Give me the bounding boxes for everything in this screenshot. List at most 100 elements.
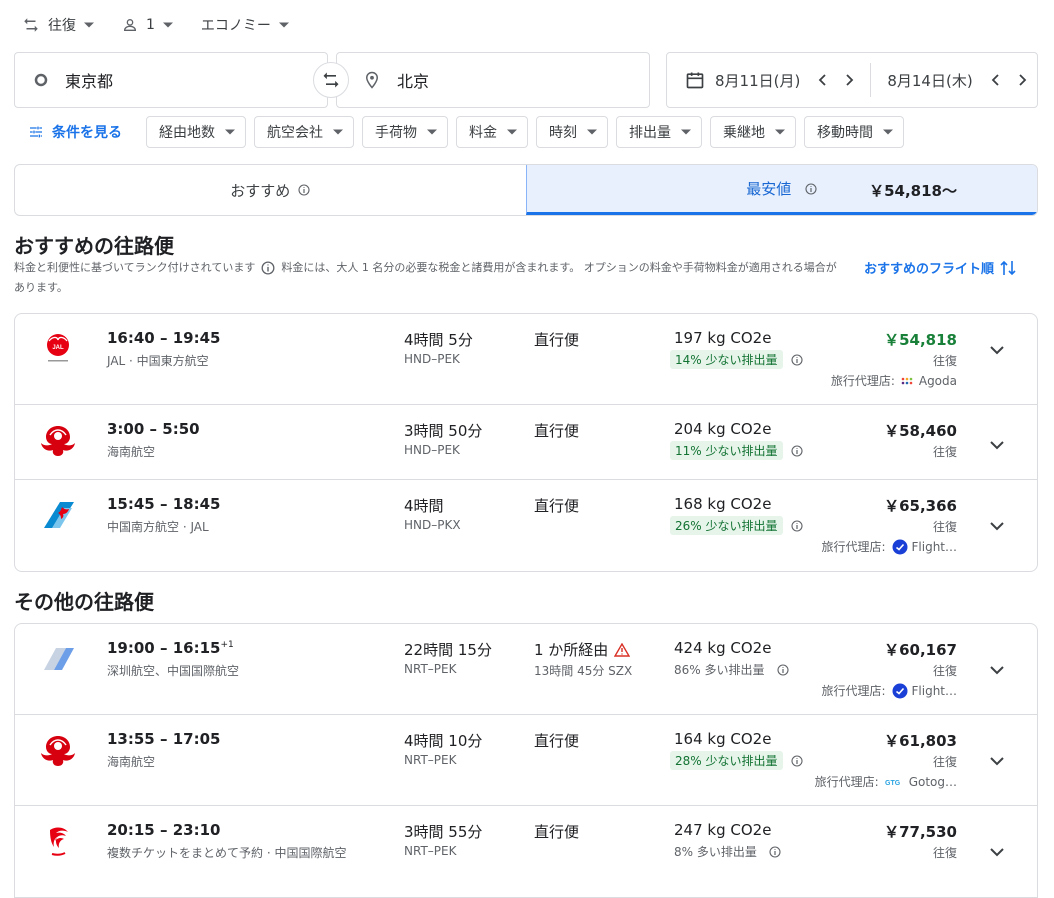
- emissions-badge: 8% 多い排出量: [674, 845, 757, 859]
- flight-route: NRT–PEK: [404, 662, 457, 676]
- flight-row[interactable]: JAL 16:40 – 19:45 JAL · 中国東方航空 4時間 5分 HND–PE…: [15, 314, 1037, 405]
- info-icon[interactable]: [261, 261, 275, 275]
- chevron-down-icon: [162, 22, 173, 28]
- multi-airline-logo: [37, 638, 79, 680]
- best-flights-list: JAL 16:40 – 19:45 JAL · 中国東方航空 4時間 5分 HND–PE…: [14, 313, 1038, 572]
- hainan-logo: [37, 419, 79, 461]
- filter-chip[interactable]: 移動時間: [804, 116, 904, 148]
- departure-date-value: 8月11日(月): [715, 71, 801, 90]
- info-icon[interactable]: [790, 353, 803, 366]
- filter-chip[interactable]: 手荷物: [362, 116, 448, 148]
- cabin-class-select[interactable]: エコノミー: [201, 15, 289, 35]
- china-southern-logo: [37, 494, 79, 536]
- filter-chip-label: 時刻: [549, 125, 577, 141]
- emissions-badge: 86% 多い排出量: [674, 663, 765, 677]
- sort-arrows-icon: [1000, 259, 1016, 277]
- air-china-logo: [37, 820, 79, 862]
- tab-best[interactable]: おすすめ: [15, 165, 526, 215]
- stops-label: 直行便: [534, 331, 580, 349]
- jal-logo: JAL: [37, 328, 79, 370]
- agency-name: Flight…: [911, 683, 958, 698]
- emissions-comparison: 26% 少ない排出量: [670, 516, 803, 535]
- stops-info: 直行便: [534, 329, 579, 350]
- chevron-down-icon: [587, 129, 597, 135]
- return-next-day-button[interactable]: [1009, 66, 1037, 94]
- emissions-comparison: 11% 少ない排出量: [670, 441, 803, 460]
- flight-row[interactable]: 15:45 – 18:45 中国南方航空 · JAL 4時間 HND–PKX 直行便 16…: [15, 480, 1037, 571]
- warning-icon: [614, 642, 631, 657]
- origin-field[interactable]: 東京都: [14, 52, 328, 108]
- booking-agency: 旅行代理店: GTG Gotog…: [815, 773, 957, 790]
- flight-duration: 4時間 10分: [404, 732, 483, 750]
- airline-name: 中国南方航空 · JAL: [107, 520, 209, 534]
- destination-field[interactable]: 北京: [336, 52, 650, 108]
- info-icon[interactable]: [790, 519, 803, 532]
- info-icon[interactable]: [298, 184, 310, 196]
- passengers-select[interactable]: 1: [122, 17, 173, 33]
- info-icon[interactable]: [769, 845, 781, 858]
- tab-best-label: おすすめ: [230, 181, 291, 200]
- filter-chip[interactable]: 経由地数: [146, 116, 246, 148]
- flight-price: ￥77,530: [884, 823, 957, 841]
- co2-emissions: 168 kg CO2e: [674, 495, 772, 513]
- filter-chip[interactable]: 排出量: [616, 116, 702, 148]
- departure-next-day-button[interactable]: [836, 66, 864, 94]
- flight-row[interactable]: 20:15 – 23:10 複数チケットをまとめて予約 · 中国国際航空 3時間 5…: [15, 806, 1037, 897]
- emissions-badge: 28% 少ない排出量: [670, 751, 783, 770]
- best-section-title: おすすめの往路便: [14, 234, 174, 258]
- ranking-description: 料金と利便性に基づいてランク付けされています 料金には、大人 1 名分の必要な税金…: [14, 258, 844, 298]
- gotogate-icon: GTG: [885, 777, 905, 787]
- info-icon[interactable]: [790, 444, 803, 457]
- trip-type-label: 往復: [48, 18, 76, 34]
- emissions-comparison: 86% 多い排出量: [670, 660, 789, 679]
- airline-name: 複数チケットをまとめて予約 · 中国国際航空: [107, 846, 347, 860]
- return-date-value: 8月14日(木): [887, 71, 973, 90]
- expand-chevron-icon[interactable]: [985, 658, 1009, 682]
- return-prev-day-button[interactable]: [981, 66, 1009, 94]
- flight-row[interactable]: 3:00 – 5:50 海南航空 3時間 50分 HND–PEK 直行便 204 kg C…: [15, 405, 1037, 480]
- agency-name: Gotog…: [908, 774, 957, 789]
- sort-by-button[interactable]: おすすめのフライト順: [864, 258, 1016, 277]
- calendar-icon: [685, 70, 705, 90]
- layover-detail: 13時間 45分 SZX: [534, 664, 633, 678]
- expand-chevron-icon[interactable]: [985, 338, 1009, 362]
- expand-chevron-icon[interactable]: [985, 749, 1009, 773]
- emissions-comparison: 14% 少ない排出量: [670, 350, 803, 369]
- chevron-down-icon: [333, 129, 343, 135]
- return-date[interactable]: 8月14日(木): [877, 53, 1036, 107]
- tab-cheapest[interactable]: 最安値 ￥54,818～: [525, 165, 1037, 215]
- all-filters-button[interactable]: 条件を見る: [14, 122, 122, 142]
- tab-cheapest-label: 最安値: [746, 180, 792, 198]
- co2-emissions: 247 kg CO2e: [674, 821, 772, 839]
- departure-date[interactable]: 8月11日(月): [667, 53, 864, 107]
- price-type: 往復: [932, 664, 957, 678]
- svg-text:JAL: JAL: [52, 345, 64, 351]
- expand-chevron-icon[interactable]: [985, 433, 1009, 457]
- filter-chip[interactable]: 航空会社: [254, 116, 354, 148]
- expand-chevron-icon[interactable]: [985, 840, 1009, 864]
- info-icon[interactable]: [805, 182, 817, 195]
- chevron-down-icon: [84, 22, 94, 28]
- passengers-count: 1: [146, 17, 155, 33]
- hainan-logo: [37, 729, 79, 771]
- flight-price: ￥65,366: [884, 497, 957, 515]
- flight-duration: 4時間 5分: [404, 331, 473, 349]
- flight-row[interactable]: 19:00 – 16:15+1 深圳航空、中国国際航空 22時間 15分 NRT–PE…: [15, 624, 1037, 715]
- filter-chip[interactable]: 乗継地: [710, 116, 796, 148]
- swap-origin-destination-button[interactable]: [313, 62, 349, 98]
- info-icon[interactable]: [790, 754, 803, 767]
- flight-times: 15:45 – 18:45: [107, 495, 220, 513]
- trip-type-select[interactable]: 往復: [22, 15, 94, 35]
- expand-chevron-icon[interactable]: [985, 514, 1009, 538]
- filter-chip[interactable]: 時刻: [536, 116, 608, 148]
- destination-value: 北京: [397, 72, 430, 91]
- filter-chip-label: 手荷物: [375, 125, 417, 141]
- other-flights-list: 19:00 – 16:15+1 深圳航空、中国国際航空 22時間 15分 NRT–PE…: [14, 623, 1038, 898]
- filter-chip[interactable]: 料金: [456, 116, 528, 148]
- flight-row[interactable]: 13:55 – 17:05 海南航空 4時間 10分 NRT–PEK 直行便 164 kg…: [15, 715, 1037, 806]
- flight-times-value: 16:40 – 19:45: [107, 329, 221, 347]
- departure-prev-day-button[interactable]: [808, 66, 836, 94]
- info-icon[interactable]: [776, 663, 789, 676]
- flight-price: ￥58,460: [884, 422, 957, 440]
- co2-emissions: 164 kg CO2e: [674, 730, 772, 748]
